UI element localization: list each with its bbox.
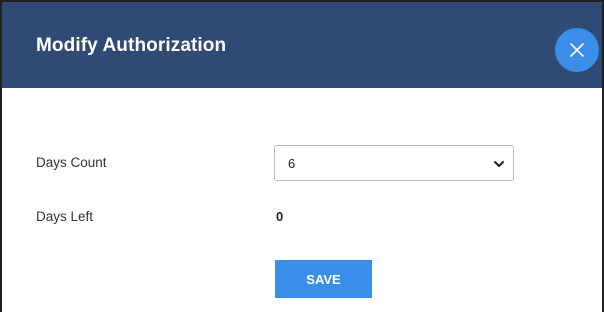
dialog-header: Modify Authorization (2, 2, 602, 88)
days-count-label: Days Count (36, 155, 107, 170)
days-count-select[interactable]: 6 (274, 145, 514, 181)
save-button[interactable]: SAVE (275, 260, 372, 298)
dialog-title: Modify Authorization (36, 35, 227, 56)
days-count-selected-value: 6 (288, 156, 296, 171)
close-button[interactable] (555, 28, 599, 72)
close-icon (570, 43, 584, 57)
modify-authorization-dialog: Modify Authorization Days Count 6 Days L… (0, 0, 604, 312)
days-left-value: 0 (276, 209, 284, 224)
chevron-down-icon (494, 161, 504, 167)
days-left-label: Days Left (36, 209, 94, 224)
